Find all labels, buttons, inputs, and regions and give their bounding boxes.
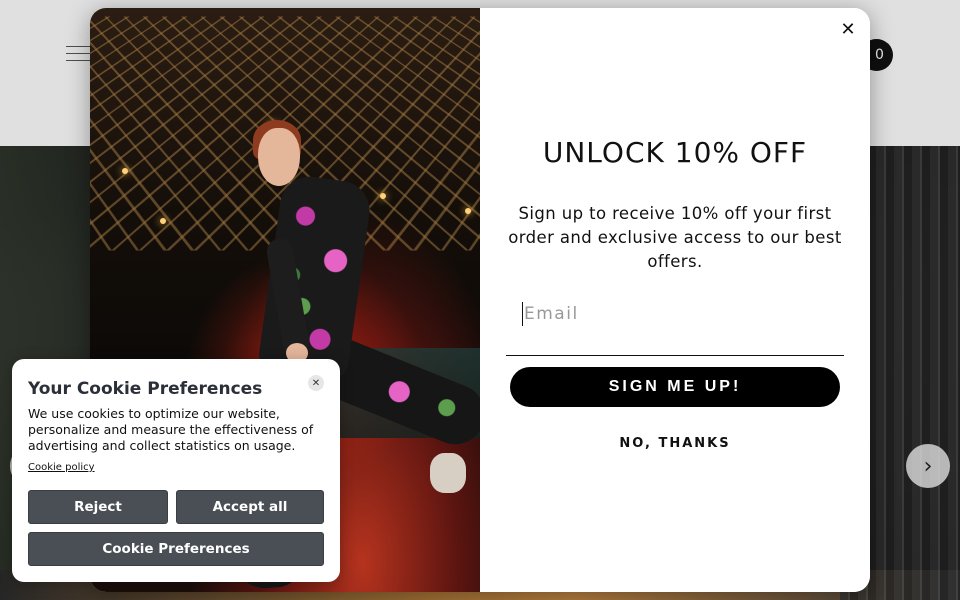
model-shoe xyxy=(430,453,466,493)
close-icon: ✕ xyxy=(840,19,856,40)
reject-cookies-button[interactable]: Reject xyxy=(28,490,168,524)
cookie-title: Your Cookie Preferences xyxy=(28,379,263,399)
accept-all-cookies-button[interactable]: Accept all xyxy=(176,490,324,524)
email-input[interactable] xyxy=(522,302,832,326)
popup-close-button[interactable]: ✕ xyxy=(836,18,860,42)
model-face xyxy=(258,128,300,186)
ceiling-light xyxy=(160,218,166,224)
sign-up-button[interactable]: SIGN ME UP! xyxy=(510,367,840,407)
ceiling-light xyxy=(380,193,386,199)
ceiling-light xyxy=(465,208,471,214)
cookie-preferences-dialog: Your Cookie Preferences ✕ We use cookies… xyxy=(12,359,340,582)
ceiling-light xyxy=(122,168,128,174)
email-field-wrapper xyxy=(506,294,844,356)
popup-description: Sign up to receive 10% off your first or… xyxy=(508,204,842,271)
cookie-close-button[interactable]: ✕ xyxy=(308,375,324,391)
close-icon: ✕ xyxy=(311,377,321,389)
cookie-preferences-button[interactable]: Cookie Preferences xyxy=(28,532,324,566)
no-thanks-button[interactable]: NO, THANKS xyxy=(575,436,775,458)
cookie-description: We use cookies to optimize our website, … xyxy=(28,406,314,453)
popup-form: ✕ UNLOCK 10% OFF Sign up to receive 10% … xyxy=(480,8,870,592)
popup-title: UNLOCK 10% OFF xyxy=(542,136,808,169)
cookie-policy-link[interactable]: Cookie policy xyxy=(28,462,95,473)
